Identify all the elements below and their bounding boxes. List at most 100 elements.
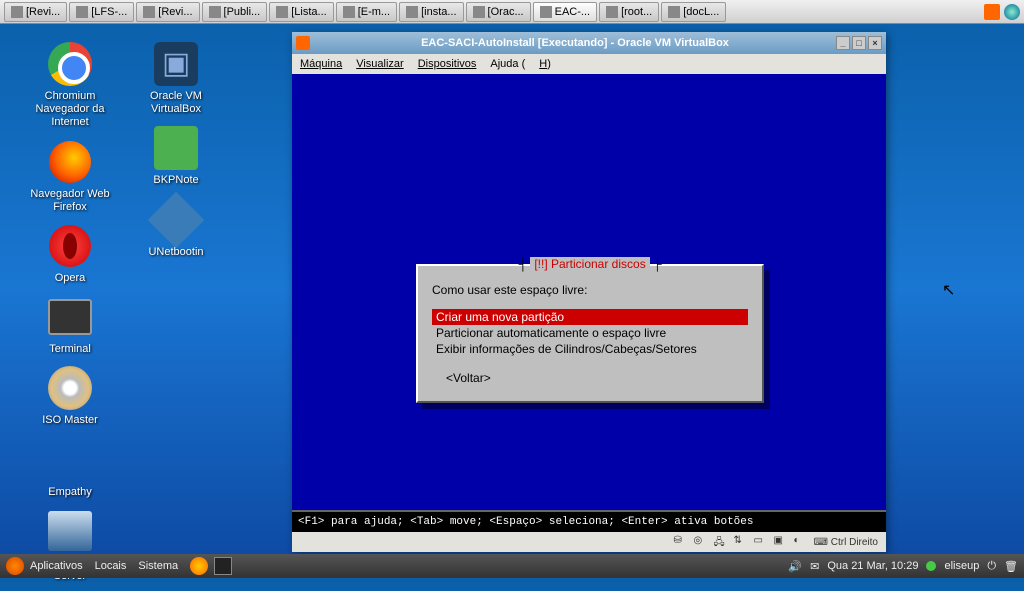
isomaster-icon (46, 364, 94, 412)
virtualbox-window: EAC-SACI-AutoInstall [Executando] - Orac… (292, 32, 886, 552)
desktop-icon-label: Empathy (20, 486, 120, 499)
partitioner-title: ┤ [!!] Particionar discos ├ (418, 257, 762, 271)
partitioner-options: Criar uma nova partiçãoParticionar autom… (432, 309, 748, 357)
window-icon (343, 6, 355, 18)
status-hostkey: ⌨ Ctrl Direito (814, 537, 878, 548)
vbox-statusbar: ⛁ ◎ 🖧 ⇅ ▭ ▣ ◐ ⌨ Ctrl Direito (292, 532, 886, 552)
desktop-icon-empathy[interactable]: Empathy (20, 436, 120, 499)
taskbar-item-label: [docL... (683, 6, 719, 18)
menu-sistema[interactable]: Sistema (138, 560, 178, 572)
user-name[interactable]: eliseup (944, 560, 979, 572)
menu-dispositivos[interactable]: Dispositivos (418, 58, 477, 70)
top-taskbar: [Revi...[LFS-...[Revi...[Publi...[Lista.… (0, 0, 1024, 24)
vbox-title: EAC-SACI-AutoInstall [Executando] - Orac… (316, 37, 834, 49)
window-icon (473, 6, 485, 18)
mouse-cursor: ↖ (942, 280, 955, 300)
launcher-terminal-icon[interactable] (214, 557, 232, 575)
maximize-button[interactable]: □ (852, 36, 866, 50)
status-hdd-icon[interactable]: ⛁ (674, 535, 688, 549)
taskbar-item[interactable]: [Lista... (269, 2, 333, 22)
launcher-firefox-icon[interactable] (190, 557, 208, 575)
desktop-icon-label: ISO Master (20, 414, 120, 427)
status-shared-icon[interactable]: ▭ (754, 535, 768, 549)
cts-icon (46, 507, 94, 555)
desktop-icon-bkpnote[interactable]: BKPNote (126, 124, 226, 187)
clock[interactable]: Qua 21 Mar, 10:29 (827, 560, 918, 572)
menu-aplicativos[interactable]: Aplicativos (30, 560, 83, 572)
desktop-icon-label: Oracle VM VirtualBox (126, 90, 226, 116)
taskbar-item-label: [Orac... (488, 6, 524, 18)
desktop-icon-firefox[interactable]: Navegador Web Firefox (20, 138, 120, 214)
window-icon (668, 6, 680, 18)
taskbar-item[interactable]: [root... (599, 2, 659, 22)
desktop-icon-opera[interactable]: Opera (20, 222, 120, 285)
desktop-icon-terminal[interactable]: Terminal (20, 293, 120, 356)
window-icon (76, 6, 88, 18)
window-icon (11, 6, 23, 18)
taskbar-item[interactable]: [Revi... (4, 2, 67, 22)
desktop-icon-isomaster[interactable]: ISO Master (20, 364, 120, 427)
terminal-icon (46, 293, 94, 341)
unetbootin-icon (152, 196, 200, 244)
partitioner-option[interactable]: Particionar automaticamente o espaço liv… (432, 325, 748, 341)
empathy-icon (46, 436, 94, 484)
chromium-icon (46, 40, 94, 88)
menu-visualizar[interactable]: Visualizar (356, 58, 404, 70)
menu-ajuda[interactable]: Ajuda (H) (490, 58, 564, 70)
window-icon (540, 6, 552, 18)
status-cd-icon[interactable]: ◎ (694, 535, 708, 549)
taskbar-item[interactable]: [Revi... (136, 2, 199, 22)
desktop-icon-unetbootin[interactable]: UNetbootin (126, 196, 226, 259)
window-icon (606, 6, 618, 18)
status-usb-icon[interactable]: ⇅ (734, 535, 748, 549)
taskbar-item-label: [root... (621, 6, 652, 18)
tray-globe-icon[interactable] (1004, 4, 1020, 20)
vbox-menubar: Máquina Visualizar Dispositivos Ajuda (H… (292, 54, 886, 74)
taskbar-item-label: [Revi... (26, 6, 60, 18)
partitioner-back[interactable]: <Voltar> (432, 371, 748, 385)
taskbar-item-label: [E-m... (358, 6, 390, 18)
close-button[interactable]: × (868, 36, 882, 50)
virtualbox-icon (152, 40, 200, 88)
status-display-icon[interactable]: ▣ (774, 535, 788, 549)
taskbar-item[interactable]: EAC-... (533, 2, 597, 22)
tray-vbox-icon[interactable] (984, 4, 1000, 20)
taskbar-item-label: [Lista... (291, 6, 326, 18)
partitioner-option[interactable]: Criar uma nova partição (432, 309, 748, 325)
power-icon[interactable]: ⏻ (987, 560, 996, 573)
guest-helpbar: <F1> para ajuda; <Tab> move; <Espaço> se… (292, 510, 886, 532)
menu-locais[interactable]: Locais (95, 560, 127, 572)
trash-icon[interactable]: 🗑 (1004, 560, 1018, 573)
status-net-icon[interactable]: 🖧 (714, 535, 728, 549)
status-mouse-icon[interactable]: ◐ (794, 535, 808, 549)
mail-icon[interactable]: ✉ (810, 560, 819, 573)
taskbar-item[interactable]: [LFS-... (69, 2, 134, 22)
desktop-icons: Chromium Navegador da Internet Navegador … (20, 40, 240, 591)
opera-icon (46, 222, 94, 270)
taskbar-item[interactable]: [E-m... (336, 2, 397, 22)
desktop-icon-label: Chromium Navegador da Internet (20, 90, 120, 130)
desktop-icon-chromium[interactable]: Chromium Navegador da Internet (20, 40, 120, 130)
desktop-icon-virtualbox[interactable]: Oracle VM VirtualBox (126, 40, 226, 116)
bkpnote-icon (152, 124, 200, 172)
taskbar-item[interactable]: [docL... (661, 2, 726, 22)
taskbar-tray (984, 4, 1020, 20)
presence-dot[interactable] (926, 561, 936, 571)
window-icon (276, 6, 288, 18)
minimize-button[interactable]: _ (836, 36, 850, 50)
partitioner-prompt: Como usar este espaço livre: (432, 283, 748, 297)
taskbar-item[interactable]: [Orac... (466, 2, 531, 22)
firefox-icon (46, 138, 94, 186)
vbox-titlebar[interactable]: EAC-SACI-AutoInstall [Executando] - Orac… (292, 32, 886, 54)
desktop-icon-label: Navegador Web Firefox (20, 188, 120, 214)
menu-maquina[interactable]: Máquina (300, 58, 342, 70)
taskbar-item[interactable]: [Publi... (202, 2, 268, 22)
desktop-icon-label: BKPNote (126, 174, 226, 187)
taskbar-item[interactable]: [insta... (399, 2, 463, 22)
ubuntu-start-icon[interactable] (6, 557, 24, 575)
vbox-guest-screen[interactable]: ┤ [!!] Particionar discos ├ Como usar es… (292, 74, 886, 532)
partitioner-option[interactable]: Exibir informações de Cilindros/Cabeças/… (432, 341, 748, 357)
taskbar-item-label: [insta... (421, 6, 456, 18)
volume-icon[interactable]: 🔊 (788, 560, 802, 573)
taskbar-item-label: [LFS-... (91, 6, 127, 18)
